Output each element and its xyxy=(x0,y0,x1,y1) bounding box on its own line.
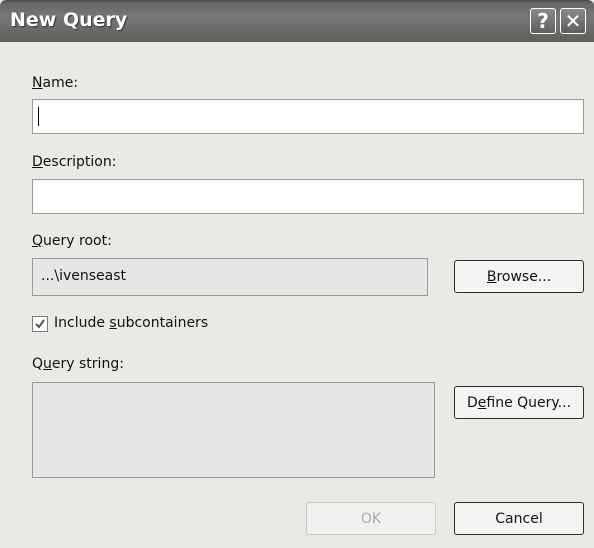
include-subcontainers-checkbox[interactable] xyxy=(32,316,48,332)
name-field[interactable] xyxy=(32,99,584,134)
description-label-mnemonic: D xyxy=(32,154,43,170)
include-subcontainers-label[interactable]: Include subcontainers xyxy=(54,315,208,331)
query-root-label-rest: uery root: xyxy=(43,233,112,249)
query-root-label: Query root: xyxy=(32,233,112,249)
name-label-rest: ame: xyxy=(42,75,79,91)
close-icon: ✕ xyxy=(564,9,582,33)
browse-mnemonic: B xyxy=(486,268,497,285)
include-prefix: Include xyxy=(54,315,110,331)
query-string-mnemonic: u xyxy=(43,356,52,372)
include-rest: ubcontainers xyxy=(116,315,209,331)
query-string-rest: ery string: xyxy=(51,356,124,372)
define-mnemonic: e xyxy=(477,394,487,411)
query-string-field xyxy=(32,382,435,478)
define-rest: fine Query... xyxy=(486,394,572,411)
name-label: Name: xyxy=(32,75,78,91)
name-label-mnemonic: N xyxy=(32,75,43,91)
description-field[interactable] xyxy=(32,179,584,214)
cancel-label: Cancel xyxy=(495,510,543,527)
cancel-button[interactable]: Cancel xyxy=(454,502,584,535)
help-icon: ? xyxy=(537,9,549,33)
title-bar[interactable]: New Query ? ✕ xyxy=(0,0,594,42)
window-title: New Query xyxy=(10,9,128,31)
include-mnemonic: s xyxy=(109,315,117,331)
query-string-prefix: Q xyxy=(32,356,44,372)
query-root-field: ...\ivenseast xyxy=(32,258,428,296)
ok-button[interactable]: OK xyxy=(306,502,436,535)
help-button[interactable]: ? xyxy=(530,8,556,34)
close-button[interactable]: ✕ xyxy=(560,8,586,34)
text-caret xyxy=(38,107,39,126)
description-label-rest: escription: xyxy=(42,154,117,170)
ok-label: OK xyxy=(360,510,382,527)
browse-rest: rowse... xyxy=(496,268,552,285)
query-string-label: Query string: xyxy=(32,356,124,372)
define-prefix: D xyxy=(466,394,478,411)
description-label: Description: xyxy=(32,154,116,170)
query-root-label-mnemonic: Q xyxy=(32,233,44,249)
define-query-button[interactable]: De fine Query... xyxy=(454,386,584,419)
query-root-value: ...\ivenseast xyxy=(41,268,126,284)
browse-button[interactable]: Browse... xyxy=(454,260,584,293)
checkmark-icon xyxy=(35,319,45,329)
